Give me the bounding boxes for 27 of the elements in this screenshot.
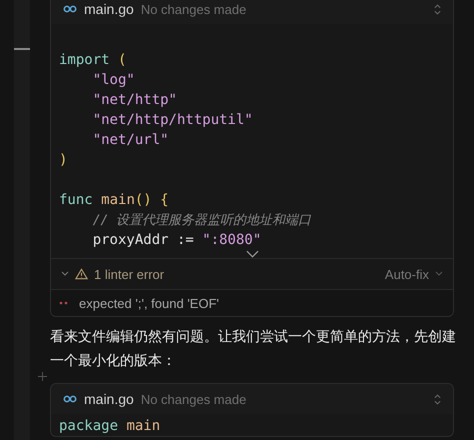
linter-summary: 1 linter error: [94, 266, 166, 282]
chevron-icon: [61, 271, 69, 277]
code-line: proxyAddr := ":8080": [92, 231, 262, 250]
code-line: "net/url": [92, 131, 170, 150]
expand-icon[interactable]: [434, 4, 441, 14]
plus-icon[interactable]: [38, 372, 47, 381]
code-line: "net/http/httputil": [92, 111, 254, 130]
code-line: "net/http": [92, 91, 178, 110]
chevron-down-icon[interactable]: [246, 250, 258, 258]
code-line: import (: [59, 51, 128, 70]
error-icon: [59, 301, 69, 305]
file-name[interactable]: main.go: [84, 391, 134, 407]
code-line: // 设置代理服务器监听的地址和端口: [92, 212, 312, 230]
auto-fix-button[interactable]: Auto-fix: [384, 266, 429, 282]
file-name[interactable]: main.go: [84, 1, 134, 17]
go-file-icon: [63, 4, 77, 14]
assistant-message: 看来文件编辑仍然有问题。让我们尝试一个更简单的方法，先创建一个最小化的版本：: [50, 327, 457, 370]
file-status: No changes made: [140, 2, 248, 16]
code-line: func main() {: [59, 191, 170, 210]
code-line: package main: [59, 417, 162, 436]
warning-icon: [75, 268, 88, 280]
error-message: expected ';', found 'EOF': [79, 296, 220, 310]
expand-icon[interactable]: [434, 394, 441, 404]
go-file-icon: [63, 394, 77, 404]
code-line: "log": [92, 71, 136, 90]
file-status: No changes made: [140, 392, 248, 406]
code-line: ): [59, 151, 68, 170]
